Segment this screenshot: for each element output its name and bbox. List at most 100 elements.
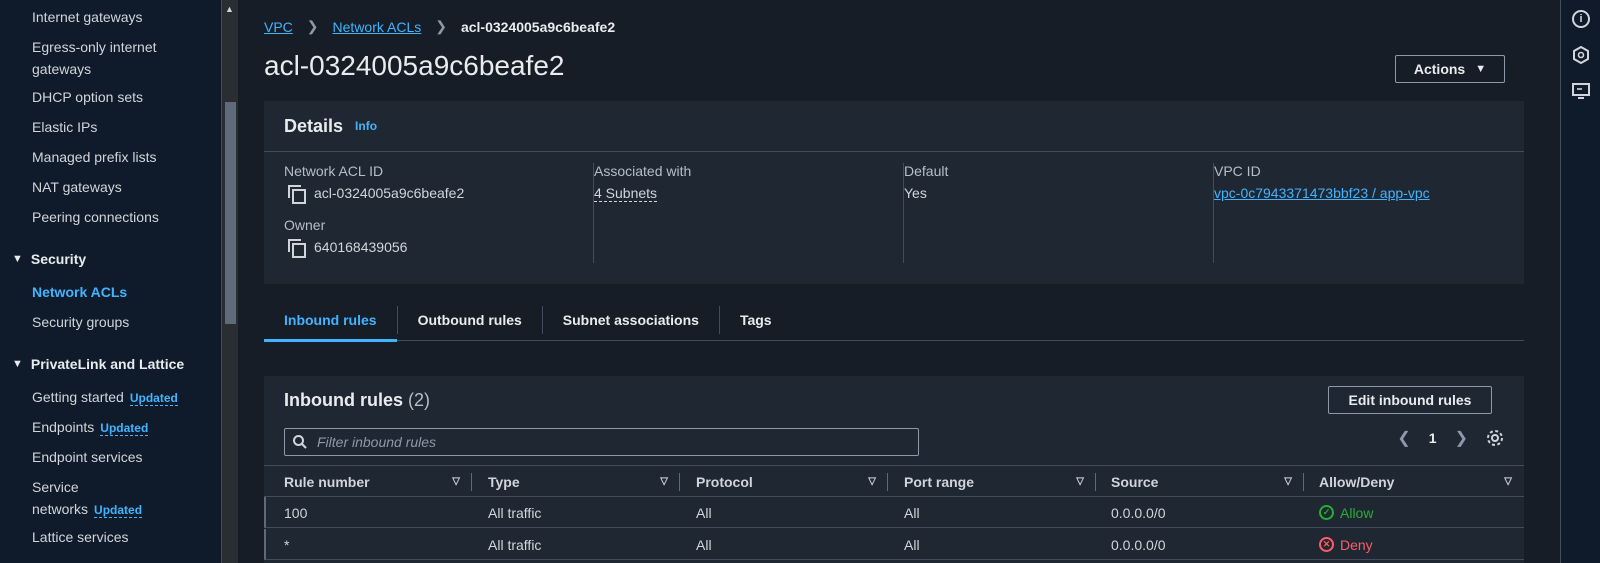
copy-icon[interactable] bbox=[288, 185, 306, 204]
associated-subnets[interactable]: 4 Subnets bbox=[594, 185, 658, 202]
cell-protocol: All bbox=[696, 504, 712, 521]
vpc-id-link[interactable]: vpc-0c7943371473bbf23 / app-vpc bbox=[1214, 185, 1430, 201]
sort-icon[interactable]: ▽ bbox=[1504, 476, 1512, 487]
sidebar-item-endpoint-services[interactable]: Endpoint services bbox=[32, 446, 202, 468]
sidebar-section-label: Security bbox=[30, 251, 87, 267]
cell-type: All traffic bbox=[488, 536, 542, 553]
sidebar-item-security-groups[interactable]: Security groups bbox=[32, 311, 202, 333]
sidebar-item-lattice-services[interactable]: Lattice services bbox=[32, 526, 202, 548]
info-icon[interactable]: i bbox=[1572, 10, 1590, 28]
cell-type: All traffic bbox=[488, 504, 542, 521]
right-utility-rail: i bbox=[1560, 0, 1600, 563]
table-row[interactable]: 100 All traffic All All 0.0.0.0/0 ✓ Allo… bbox=[264, 497, 1524, 528]
cell-allow-deny: ✕ Deny bbox=[1319, 529, 1373, 560]
owner-id: 640168439056 bbox=[314, 239, 408, 255]
sidebar-section-security[interactable]: ▼ Security bbox=[12, 251, 86, 267]
search-icon bbox=[293, 435, 307, 449]
column-protocol[interactable]: Protocol ▽ bbox=[696, 466, 888, 497]
column-rule-number[interactable]: Rule number ▽ bbox=[284, 466, 472, 497]
check-circle-icon: ✓ bbox=[1319, 505, 1334, 520]
sidebar-scrollbar[interactable]: ▲ bbox=[222, 0, 238, 563]
sidebar-item-peering-connections[interactable]: Peering connections bbox=[32, 206, 202, 228]
page-number[interactable]: 1 bbox=[1429, 430, 1437, 446]
edit-inbound-rules-button[interactable]: Edit inbound rules bbox=[1328, 386, 1492, 414]
sidebar: Internet gateways Egress-only internet g… bbox=[0, 0, 222, 563]
cell-port-range: All bbox=[904, 536, 920, 553]
sidebar-item-internet-gateways[interactable]: Internet gateways bbox=[32, 6, 202, 28]
column-label: Protocol bbox=[696, 473, 753, 490]
updated-badge: Updated bbox=[129, 391, 178, 406]
column-label: Source bbox=[1111, 473, 1159, 490]
breadcrumb-network-acls[interactable]: Network ACLs bbox=[333, 19, 422, 35]
copy-icon[interactable] bbox=[288, 239, 306, 258]
cell-protocol: All bbox=[696, 536, 712, 553]
breadcrumb-current: acl-0324005a9c6beafe2 bbox=[460, 18, 616, 35]
default-value: Yes bbox=[904, 185, 927, 201]
sidebar-item-egress-only-gateways[interactable]: Egress-only internet gateways bbox=[32, 36, 182, 80]
cell-port-range: All bbox=[904, 504, 920, 521]
tab-tags[interactable]: Tags bbox=[720, 300, 792, 341]
scroll-up-icon[interactable]: ▲ bbox=[225, 4, 234, 14]
column-label: Allow/Deny bbox=[1319, 473, 1395, 490]
updated-badge: Updated bbox=[100, 421, 149, 436]
cell-rule-number: * bbox=[284, 536, 290, 553]
x-circle-icon: ✕ bbox=[1319, 537, 1334, 552]
breadcrumb-vpc[interactable]: VPC bbox=[264, 19, 293, 35]
sort-icon[interactable]: ▽ bbox=[868, 476, 876, 487]
sort-icon[interactable]: ▽ bbox=[660, 476, 668, 487]
tab-outbound-rules[interactable]: Outbound rules bbox=[398, 300, 542, 341]
sidebar-item-elastic-ips[interactable]: Elastic IPs bbox=[32, 116, 202, 138]
column-allow-deny[interactable]: Allow/Deny ▽ bbox=[1319, 466, 1524, 497]
sidebar-item-network-acls[interactable]: Network ACLs bbox=[32, 281, 202, 303]
cell-source: 0.0.0.0/0 bbox=[1111, 504, 1166, 521]
actions-button[interactable]: Actions ▼ bbox=[1395, 55, 1505, 83]
chevron-right-icon[interactable]: ❯ bbox=[1455, 428, 1468, 448]
filter-input[interactable] bbox=[317, 434, 897, 450]
column-source[interactable]: Source ▽ bbox=[1111, 466, 1304, 497]
gear-icon[interactable] bbox=[1486, 429, 1504, 447]
sidebar-item-label: Service networks bbox=[32, 479, 89, 517]
sort-icon[interactable]: ▽ bbox=[1284, 476, 1292, 487]
inbound-rules-title: Inbound rules (2) bbox=[284, 390, 430, 411]
column-port-range[interactable]: Port range ▽ bbox=[904, 466, 1096, 497]
sidebar-item-managed-prefix-lists[interactable]: Managed prefix lists bbox=[32, 146, 202, 168]
main-content: VPC ❯ Network ACLs ❯ acl-0324005a9c6beaf… bbox=[238, 0, 1560, 563]
tab-subnet-associations[interactable]: Subnet associations bbox=[543, 300, 719, 341]
cell-source: 0.0.0.0/0 bbox=[1111, 536, 1166, 553]
breadcrumb: VPC ❯ Network ACLs ❯ acl-0324005a9c6beaf… bbox=[264, 18, 615, 35]
cell-rule-number: 100 bbox=[284, 504, 308, 521]
chevron-right-icon: ❯ bbox=[306, 18, 319, 34]
status-label: Allow bbox=[1340, 504, 1374, 521]
sort-icon[interactable]: ▽ bbox=[1076, 476, 1084, 487]
sidebar-item-getting-started[interactable]: Getting started Updated bbox=[32, 386, 202, 408]
tab-bar: Inbound rules Outbound rules Subnet asso… bbox=[264, 300, 1524, 342]
details-panel: Details Info Network ACL ID acl-0324005a… bbox=[264, 101, 1524, 284]
network-acl-id-value: acl-0324005a9c6beafe2 bbox=[284, 185, 593, 204]
scrollbar-thumb[interactable] bbox=[225, 102, 236, 324]
info-link[interactable]: Info bbox=[355, 119, 377, 133]
tab-inbound-rules[interactable]: Inbound rules bbox=[264, 300, 397, 342]
pagination: ❮ 1 ❯ bbox=[1397, 428, 1504, 448]
feedback-screen-icon[interactable] bbox=[1572, 82, 1590, 100]
sort-icon[interactable]: ▽ bbox=[452, 476, 460, 487]
inbound-rules-count: (2) bbox=[408, 390, 431, 410]
table-row[interactable]: * All traffic All All 0.0.0.0/0 ✕ Deny bbox=[264, 529, 1524, 560]
sidebar-item-endpoints[interactable]: Endpoints Updated bbox=[32, 416, 202, 438]
chevron-right-icon: ❯ bbox=[435, 18, 447, 34]
details-header: Details Info bbox=[264, 101, 1524, 152]
details-col-default: Default Yes bbox=[904, 163, 1214, 263]
cell-allow-deny: ✓ Allow bbox=[1319, 497, 1373, 528]
caret-down-icon: ▼ bbox=[12, 253, 23, 265]
column-type[interactable]: Type ▽ bbox=[488, 466, 680, 497]
sidebar-item-dhcp-option-sets[interactable]: DHCP option sets bbox=[32, 86, 202, 108]
hexagon-icon[interactable] bbox=[1572, 46, 1590, 64]
network-acl-id: acl-0324005a9c6beafe2 bbox=[314, 185, 465, 201]
sidebar-item-service-networks[interactable]: Service networks Updated bbox=[32, 476, 162, 520]
vpc-id-label: VPC ID bbox=[1214, 163, 1261, 179]
owner-label: Owner bbox=[284, 217, 326, 233]
chevron-left-icon[interactable]: ❮ bbox=[1397, 428, 1410, 448]
sidebar-section-privatelink[interactable]: ▼ PrivateLink and Lattice bbox=[12, 356, 184, 372]
sidebar-item-nat-gateways[interactable]: NAT gateways bbox=[32, 176, 202, 198]
table-header: Rule number ▽ Type ▽ Protocol ▽ Port range ▽… bbox=[264, 465, 1524, 497]
caret-down-icon: ▼ bbox=[12, 358, 23, 370]
